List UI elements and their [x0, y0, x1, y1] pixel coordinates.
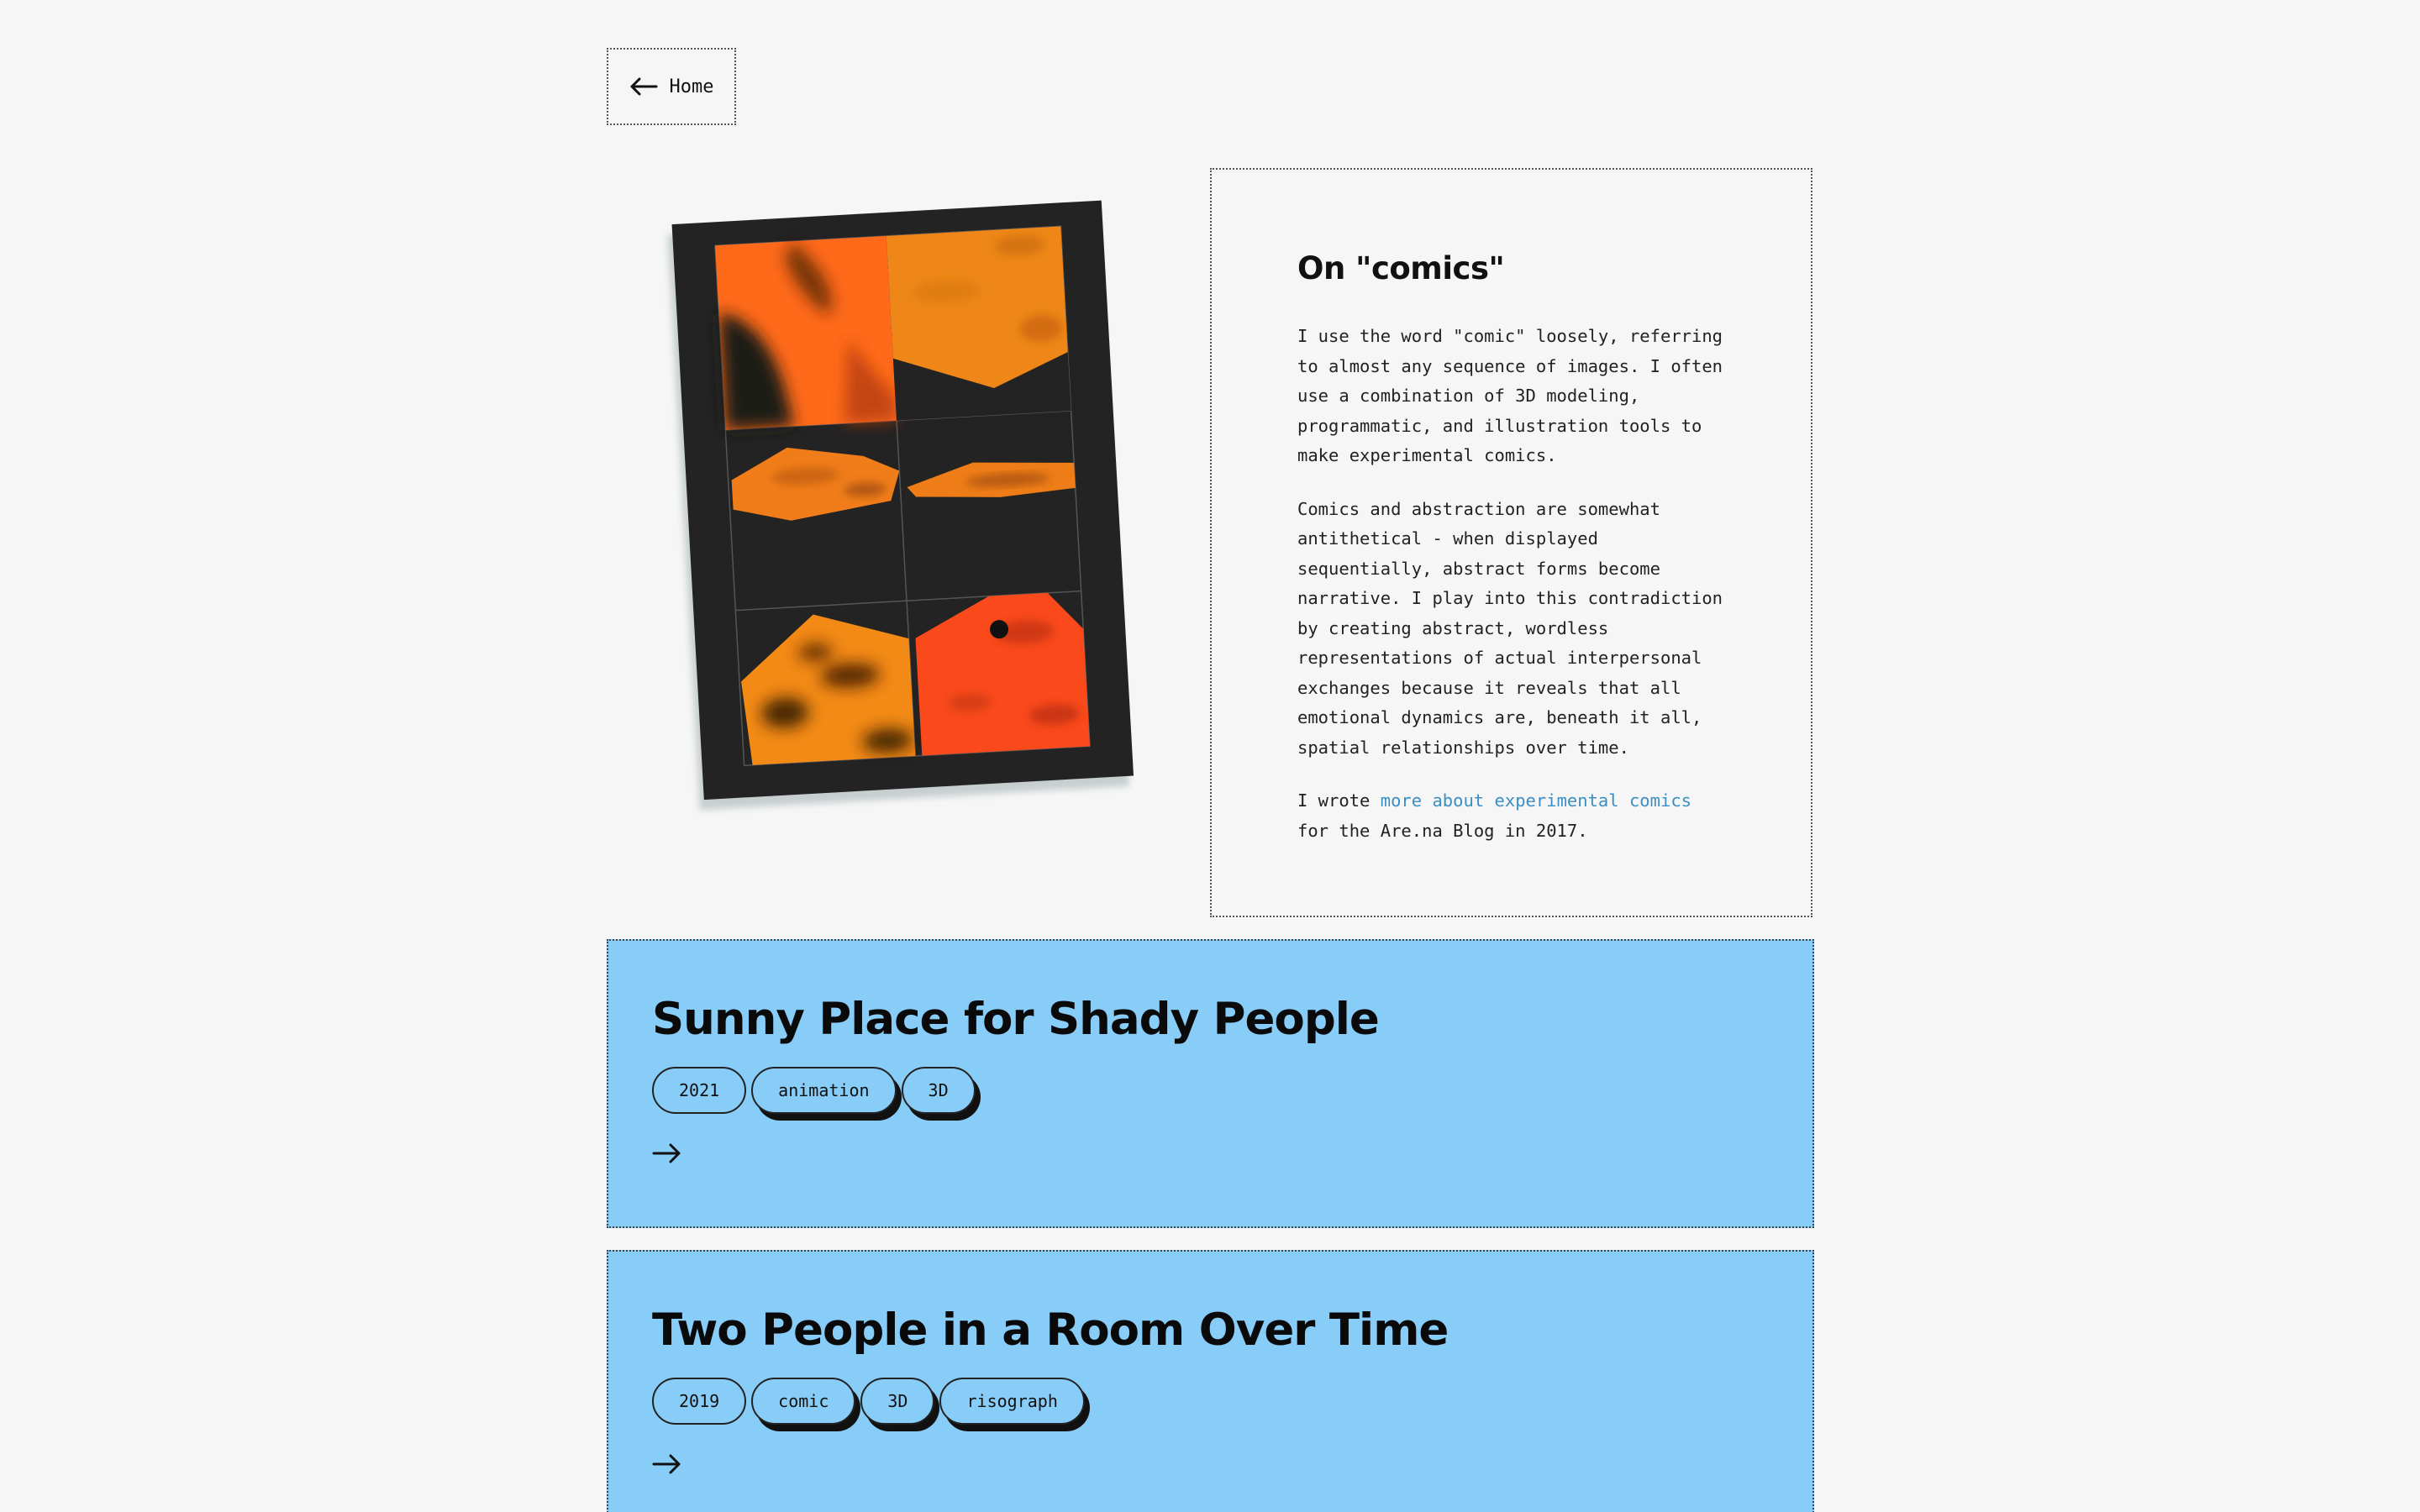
comic-panel-1 [715, 235, 897, 430]
tag-3d[interactable]: 3D [860, 1378, 935, 1425]
tag-risograph[interactable]: risograph [939, 1378, 1085, 1425]
tag-animation[interactable]: animation [751, 1067, 897, 1114]
about-paragraph-3: I wrote more about experimental comics f… [1297, 786, 1727, 846]
arrow-right-icon[interactable] [652, 1142, 682, 1164]
tag-list: 2021 animation 3D [652, 1067, 1769, 1114]
arrow-left-icon [630, 77, 657, 96]
about-paragraph-2: Comics and abstraction are somewhat anti… [1297, 498, 1723, 758]
project-card-sunny-place[interactable]: Sunny Place for Shady People 2021 animat… [607, 939, 1814, 1228]
tag-year[interactable]: 2019 [652, 1378, 747, 1425]
experimental-comics-link[interactable]: more about experimental comics [1381, 790, 1691, 811]
tag-3d[interactable]: 3D [901, 1067, 976, 1114]
project-title[interactable]: Sunny Place for Shady People [652, 991, 1769, 1048]
comic-panel-2 [886, 226, 1071, 421]
about-paragraph-3-after: for the Are.na Blog in 2017. [1297, 820, 1588, 841]
project-title[interactable]: Two People in a Room Over Time [652, 1302, 1769, 1359]
comic-artwork [639, 168, 1176, 823]
home-button[interactable]: Home [607, 48, 736, 125]
tag-list: 2019 comic 3D risograph [652, 1378, 1769, 1425]
arrow-right-icon[interactable] [652, 1453, 682, 1475]
tag-comic[interactable]: comic [751, 1378, 856, 1425]
about-paragraph-3-before: I wrote [1297, 790, 1381, 811]
tag-year[interactable]: 2021 [652, 1067, 747, 1114]
about-paragraph-1: I use the word "comic" loosely, referrin… [1297, 326, 1723, 465]
page: Home On "comics" I use the word "comic" … [0, 0, 2420, 1512]
about-comics-panel: On "comics" I use the word "comic" loose… [1210, 168, 1812, 917]
about-title: On "comics" [1297, 250, 1505, 286]
home-label: Home [669, 76, 714, 97]
project-card-two-people[interactable]: Two People in a Room Over Time 2019 comi… [607, 1250, 1814, 1512]
